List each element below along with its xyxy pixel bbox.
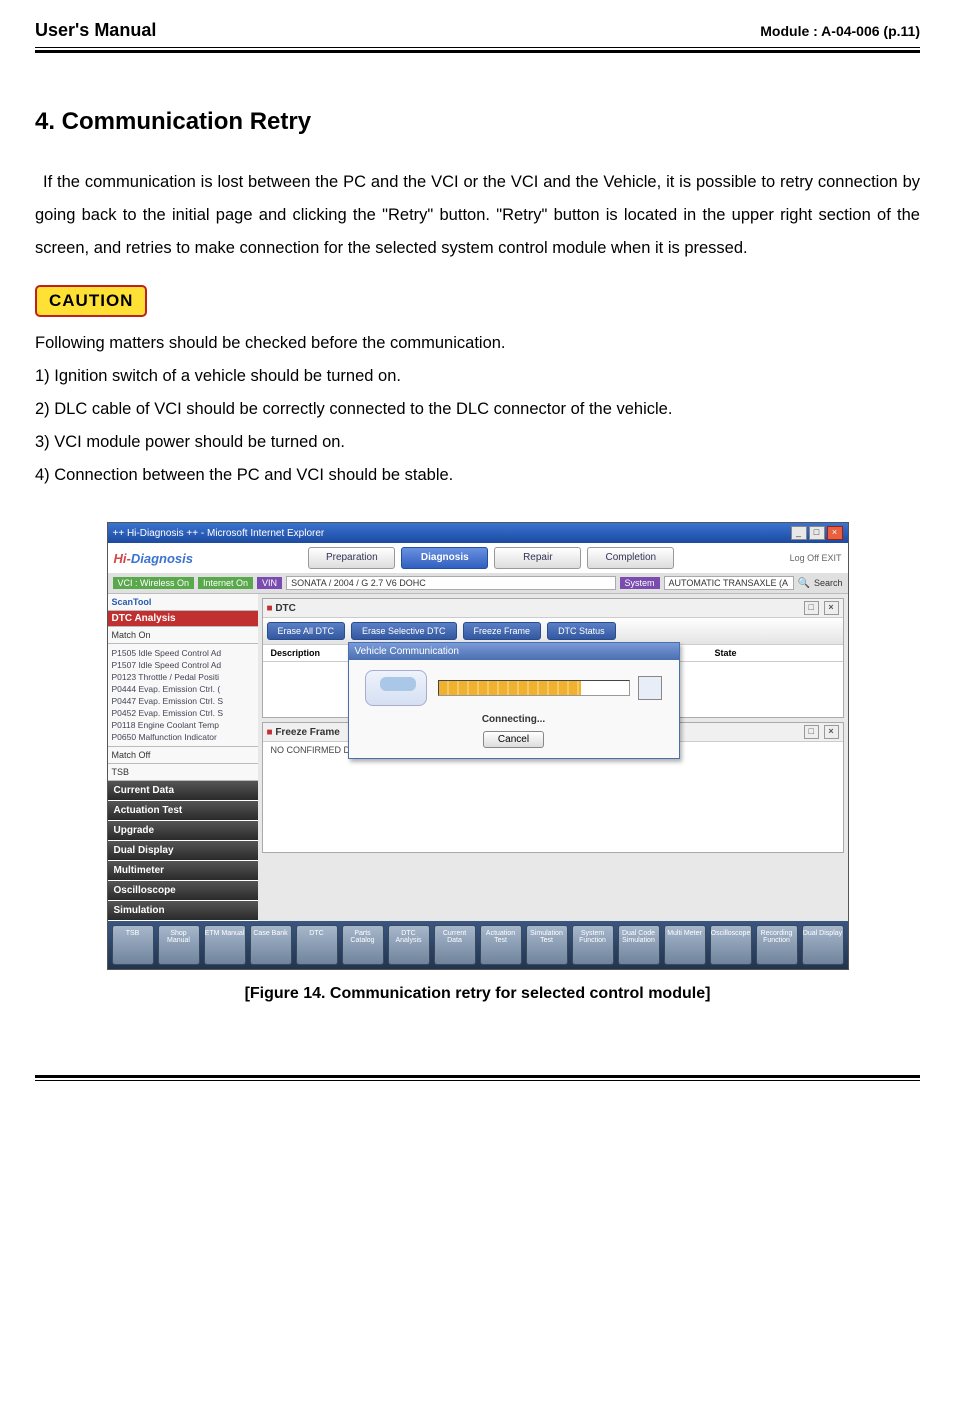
system-label: System [620, 577, 660, 589]
close-icon[interactable]: × [827, 526, 843, 540]
dtc-item[interactable]: P0452 Evap. Emission Ctrl. S [112, 707, 254, 719]
body-paragraph: If the communication is lost between the… [35, 166, 920, 265]
vci-status: VCI : Wireless On [113, 577, 195, 589]
dialog-status: Connecting... [359, 714, 669, 725]
sidebar-item-simulation[interactable]: Simulation [108, 901, 258, 921]
toolbar-oscilloscope[interactable]: Oscilloscope [710, 925, 752, 965]
maximize-icon[interactable]: □ [809, 526, 825, 540]
sidebar-item-upgrade[interactable]: Upgrade [108, 821, 258, 841]
dtc-status-button[interactable]: DTC Status [547, 622, 616, 640]
dialog-title: Vehicle Communication [349, 643, 679, 660]
dtc-item[interactable]: P0650 Malfunction Indicator [112, 731, 254, 743]
minimize-icon[interactable]: _ [791, 526, 807, 540]
toolbar-current-data[interactable]: Current Data [434, 925, 476, 965]
panel-expand-icon[interactable]: □ [804, 725, 819, 739]
erase-all-dtc-button[interactable]: Erase All DTC [267, 622, 346, 640]
panel-expand-icon[interactable]: □ [804, 601, 819, 615]
rule-thin-bottom [35, 1080, 920, 1081]
sidebar-item-dual-display[interactable]: Dual Display [108, 841, 258, 861]
work-area: ■ DTC □ × Erase All DTC Erase Selective … [258, 594, 848, 921]
header-left: User's Manual [35, 20, 156, 41]
caution-badge: CAUTION [35, 285, 147, 317]
toolbar-multimeter[interactable]: Multi Meter [664, 925, 706, 965]
freeze-frame-button[interactable]: Freeze Frame [463, 622, 542, 640]
sidebar-match-on[interactable]: Match On [108, 627, 258, 644]
sidebar-dtc-analysis[interactable]: DTC Analysis [108, 611, 258, 626]
sidebar-item-oscilloscope[interactable]: Oscilloscope [108, 881, 258, 901]
vin-label: VIN [257, 577, 282, 589]
check-1: 1) Ignition switch of a vehicle should b… [35, 360, 920, 393]
sidebar-item-actuation-test[interactable]: Actuation Test [108, 801, 258, 821]
dtc-item[interactable]: P1505 Idle Speed Control Ad [112, 647, 254, 659]
panel-close-icon[interactable]: × [824, 725, 839, 739]
sidebar-item-multimeter[interactable]: Multimeter [108, 861, 258, 881]
toolbar-dual-code-sim[interactable]: Dual Code Simulation [618, 925, 660, 965]
internet-status: Internet On [198, 577, 253, 589]
info-bar: VCI : Wireless On Internet On VIN SONATA… [108, 573, 848, 594]
toolbar-system-function[interactable]: System Function [572, 925, 614, 965]
toolbar-shop-manual[interactable]: Shop Manual [158, 925, 200, 965]
search-label: Search [814, 578, 843, 588]
toolbar-dtc-analysis[interactable]: DTC Analysis [388, 925, 430, 965]
freeze-panel-title: Freeze Frame [275, 727, 339, 738]
brand-logo: Hi-Diagnosis [114, 551, 193, 566]
dtc-item[interactable]: P0447 Evap. Emission Ctrl. S [112, 695, 254, 707]
progress-bar [438, 680, 630, 696]
toolbar-simulation-test[interactable]: Simulation Test [526, 925, 568, 965]
search-icon[interactable]: 🔍 [798, 578, 810, 589]
dtc-item[interactable]: P1507 Idle Speed Control Ad [112, 659, 254, 671]
toolbar-parts-catalog[interactable]: Parts Catalog [342, 925, 384, 965]
system-value: AUTOMATIC TRANSAXLE (A [664, 576, 794, 590]
sidebar-scantool[interactable]: ScanTool [108, 594, 258, 611]
sidebar: ScanTool DTC Analysis Match On P1505 Idl… [108, 594, 258, 921]
dtc-item[interactable]: P0444 Evap. Emission Ctrl. ( [112, 683, 254, 695]
figure-caption: [Figure 14. Communication retry for sele… [35, 985, 920, 1003]
bottom-toolbar: TSB Shop Manual ETM Manual Case Bank DTC… [108, 921, 848, 969]
cancel-button[interactable]: Cancel [483, 731, 544, 748]
car-icon [365, 670, 427, 706]
toolbar-etm-manual[interactable]: ETM Manual [204, 925, 246, 965]
nav-diagnosis[interactable]: Diagnosis [401, 547, 488, 569]
nav-repair[interactable]: Repair [494, 547, 581, 569]
rule-thin-top [35, 47, 920, 48]
check-4: 4) Connection between the PC and VCI sho… [35, 459, 920, 492]
toolbar-dual-display[interactable]: Dual Display [802, 925, 844, 965]
sidebar-match-off[interactable]: Match Off [108, 747, 258, 764]
rule-thick-bottom [35, 1075, 920, 1078]
check-intro: Following matters should be checked befo… [35, 327, 920, 360]
toolbar-case-bank[interactable]: Case Bank [250, 925, 292, 965]
nav-completion[interactable]: Completion [587, 547, 674, 569]
check-2: 2) DLC cable of VCI should be correctly … [35, 393, 920, 426]
toolbar-recording[interactable]: Recording Function [756, 925, 798, 965]
sidebar-item-current-data[interactable]: Current Data [108, 781, 258, 801]
sidebar-dtc-list: P1505 Idle Speed Control Ad P1507 Idle S… [108, 644, 258, 747]
screenshot-window: ++ Hi-Diagnosis ++ - Microsoft Internet … [107, 522, 849, 970]
window-titlebar: ++ Hi-Diagnosis ++ - Microsoft Internet … [108, 523, 848, 543]
nav-preparation[interactable]: Preparation [308, 547, 395, 569]
dtc-panel-title: DTC [275, 603, 296, 614]
vin-value: SONATA / 2004 / G 2.7 V6 DOHC [286, 576, 615, 590]
header-right: Module : A-04-006 (p.11) [760, 23, 920, 39]
dtc-col-state: State [707, 645, 843, 661]
check-3: 3) VCI module power should be turned on. [35, 426, 920, 459]
vehicle-communication-dialog: Vehicle Communication Connecting... Canc… [348, 642, 680, 759]
sidebar-tsb[interactable]: TSB [108, 764, 258, 781]
window-title: ++ Hi-Diagnosis ++ - Microsoft Internet … [113, 528, 325, 539]
top-links[interactable]: Log Off EXIT [790, 553, 842, 563]
toolbar-actuation-test[interactable]: Actuation Test [480, 925, 522, 965]
dtc-item[interactable]: P0118 Engine Coolant Temp [112, 719, 254, 731]
rule-thick-top [35, 50, 920, 53]
toolbar-dtc[interactable]: DTC [296, 925, 338, 965]
top-nav: Preparation Diagnosis Repair Completion [308, 547, 674, 569]
section-title: 4. Communication Retry [35, 108, 920, 136]
toolbar-tsb[interactable]: TSB [112, 925, 154, 965]
erase-selective-dtc-button[interactable]: Erase Selective DTC [351, 622, 457, 640]
dtc-item[interactable]: P0123 Throttle / Pedal Positi [112, 671, 254, 683]
panel-close-icon[interactable]: × [824, 601, 839, 615]
device-icon [638, 676, 662, 700]
